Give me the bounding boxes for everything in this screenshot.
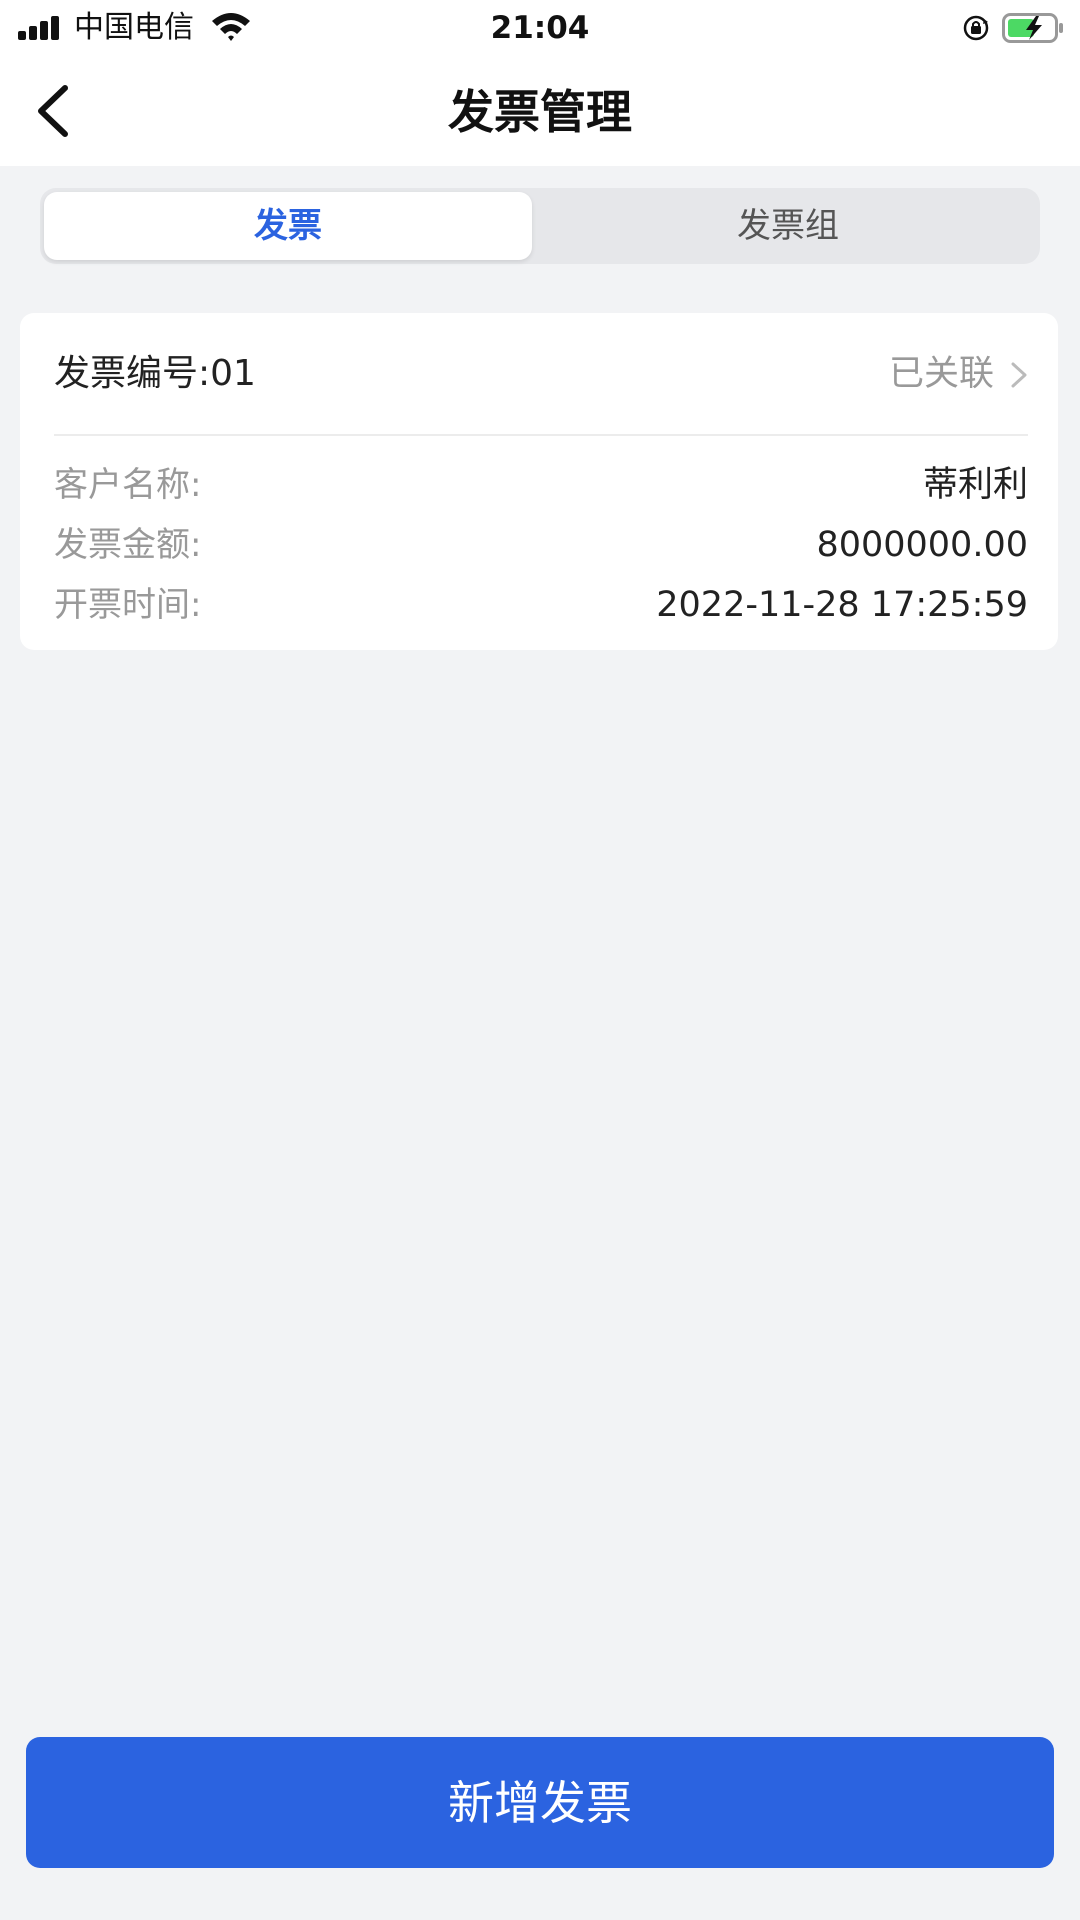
customer-name-label: 客户名称:	[54, 465, 202, 505]
rotation-lock-icon	[963, 15, 989, 41]
chevron-right-icon	[1011, 362, 1027, 388]
invoice-time-label: 开票时间:	[54, 585, 202, 625]
page-title: 发票管理	[448, 85, 632, 139]
add-invoice-button[interactable]: 新增发票	[26, 1737, 1054, 1868]
tab-invoice[interactable]: 发票	[44, 192, 532, 260]
invoice-management-screen: 中国电信 21:04 发票管理 发票 发票组 发票编号:01 已关联 客户名称:…	[0, 0, 1080, 1920]
invoice-number: 发票编号:01	[54, 353, 256, 394]
battery-charging-icon	[1002, 13, 1063, 43]
link-status: 已关联	[888, 354, 994, 394]
status-time: 21:04	[490, 10, 590, 46]
segmented-tabs: 发票 发票组	[40, 188, 1040, 264]
invoice-amount-label: 发票金额:	[54, 525, 202, 565]
nav-bar: 发票管理	[0, 56, 1080, 166]
invoice-card[interactable]: 发票编号:01 已关联 客户名称: 蒂利利 发票金额: 8000000.00 开…	[20, 313, 1058, 650]
invoice-amount-value: 8000000.00	[816, 525, 1028, 565]
customer-name-value: 蒂利利	[922, 465, 1028, 505]
invoice-amount-row: 发票金额: 8000000.00	[54, 521, 1028, 569]
card-divider	[54, 434, 1028, 436]
status-bar: 中国电信 21:04	[0, 0, 1080, 56]
invoice-time-row: 开票时间: 2022-11-28 17:25:59	[54, 581, 1028, 629]
invoice-card-header: 发票编号:01 已关联	[54, 349, 1028, 399]
invoice-time-value: 2022-11-28 17:25:59	[656, 585, 1028, 625]
customer-name-row: 客户名称: 蒂利利	[54, 461, 1028, 509]
tab-invoice-group[interactable]: 发票组	[540, 192, 1036, 260]
